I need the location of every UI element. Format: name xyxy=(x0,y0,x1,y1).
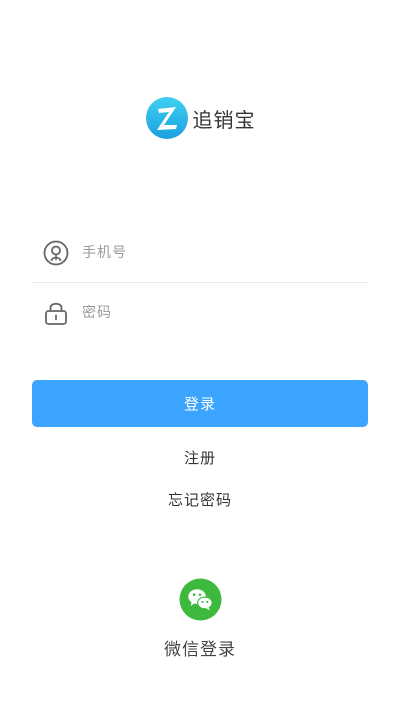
register-link[interactable]: 注册 xyxy=(0,447,400,468)
wechat-icon xyxy=(178,578,222,621)
z-logo-icon xyxy=(145,97,188,139)
password-field xyxy=(32,284,368,342)
user-icon xyxy=(42,239,70,267)
login-screen: 追销宝 登录 注册 忘记密码 xyxy=(0,0,400,711)
forgot-password-link[interactable]: 忘记密码 xyxy=(0,489,400,510)
app-name: 追销宝 xyxy=(192,107,256,132)
wechat-login-button[interactable]: 微信登录 xyxy=(0,578,400,660)
password-input[interactable] xyxy=(80,292,368,334)
wechat-login-label: 微信登录 xyxy=(164,640,236,660)
brand-header: 追销宝 xyxy=(0,96,400,140)
phone-input[interactable] xyxy=(80,232,368,274)
login-button[interactable]: 登录 xyxy=(32,380,368,427)
phone-field xyxy=(32,224,368,283)
lock-icon xyxy=(42,299,70,327)
